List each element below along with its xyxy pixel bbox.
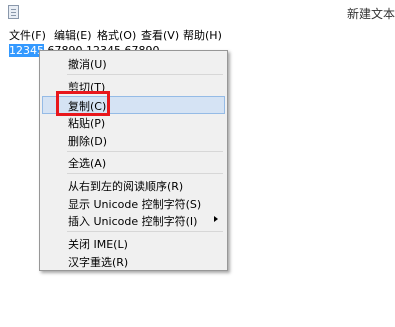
notepad-icon bbox=[8, 5, 19, 19]
menu-help[interactable]: 帮助(H) bbox=[183, 27, 222, 43]
menu-item-select-all[interactable]: 全选(A) bbox=[68, 155, 106, 171]
menu-item-reconversion[interactable]: 汉字重选(R) bbox=[68, 254, 128, 270]
menu-separator bbox=[67, 151, 223, 152]
submenu-arrow-icon bbox=[214, 216, 218, 222]
menu-item-show-unicode-chars[interactable]: 显示 Unicode 控制字符(S) bbox=[68, 196, 201, 212]
title-bar: 新建文本 bbox=[0, 0, 395, 27]
menu-item-rtl-reading-order[interactable]: 从右到左的阅读顺序(R) bbox=[68, 178, 183, 194]
menu-item-delete[interactable]: 删除(D) bbox=[68, 133, 107, 149]
menu-item-paste[interactable]: 粘贴(P) bbox=[68, 115, 105, 131]
copy-annotation-box bbox=[56, 91, 110, 116]
menu-view[interactable]: 查看(V) bbox=[141, 27, 179, 43]
menu-bar: 文件(F) 编辑(E) 格式(O) 查看(V) 帮助(H) bbox=[0, 26, 395, 42]
menu-separator bbox=[67, 173, 223, 174]
menu-item-undo[interactable]: 撤消(U) bbox=[68, 56, 107, 72]
menu-item-close-ime[interactable]: 关闭 IME(L) bbox=[68, 236, 128, 252]
menu-separator bbox=[67, 231, 223, 232]
menu-file[interactable]: 文件(F) bbox=[9, 27, 46, 43]
menu-separator bbox=[67, 74, 223, 75]
menu-edit[interactable]: 编辑(E) bbox=[54, 27, 92, 43]
window-title: 新建文本 bbox=[346, 7, 395, 21]
menu-format[interactable]: 格式(O) bbox=[97, 27, 136, 43]
menu-item-insert-unicode-chars[interactable]: 插入 Unicode 控制字符(I) bbox=[68, 213, 197, 229]
context-menu: 撤消(U) 剪切(T) 复制(C) 粘贴(P) 删除(D) 全选(A) 从右到左… bbox=[39, 50, 228, 271]
